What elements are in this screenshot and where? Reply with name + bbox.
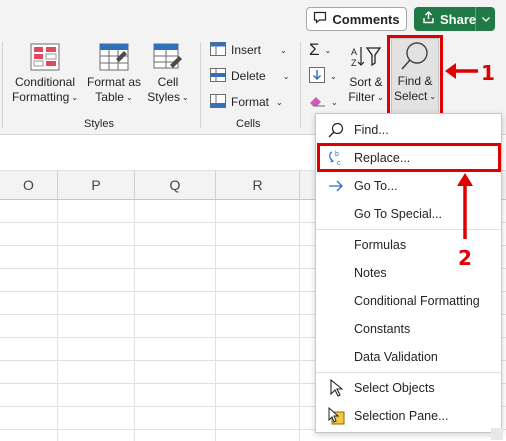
menu-item-select-objects-label: Select Objects bbox=[354, 381, 435, 395]
column-header-r[interactable]: R bbox=[216, 171, 300, 199]
menu-item-constants-label: Constants bbox=[354, 322, 411, 336]
annotation-arrow-2 bbox=[456, 172, 474, 245]
menu-separator bbox=[316, 372, 501, 373]
comment-icon bbox=[313, 11, 327, 27]
chevron-down-icon: ⌄ bbox=[330, 72, 337, 81]
format-button[interactable]: Format ⌄ bbox=[210, 92, 283, 112]
scroll-down-arrow[interactable] bbox=[491, 428, 503, 440]
chevron-down-icon: ⌄ bbox=[280, 45, 287, 55]
delete-label: Delete bbox=[231, 69, 266, 83]
annotation-arrow-1 bbox=[443, 62, 479, 85]
delete-button[interactable]: Delete ⌄ bbox=[210, 66, 289, 86]
sort-filter-button[interactable]: A Z Sort & Filter ⌄ bbox=[346, 36, 386, 105]
chevron-down-icon: ⌄ bbox=[376, 93, 384, 103]
ribbon-separator bbox=[300, 42, 301, 128]
menu-item-select-objects[interactable]: Select Objects bbox=[316, 375, 501, 401]
pointer-icon bbox=[327, 379, 345, 397]
delete-cells-icon bbox=[210, 67, 226, 85]
chevron-down-icon: ⌄ bbox=[125, 93, 133, 103]
cell-styles-icon bbox=[153, 42, 183, 72]
column-header-q[interactable]: Q bbox=[135, 171, 216, 199]
insert-button[interactable]: Insert ⌄ bbox=[210, 40, 287, 60]
insert-cells-icon bbox=[210, 41, 226, 59]
cell-styles-button[interactable]: Cell Styles ⌄ bbox=[143, 36, 193, 105]
ribbon-separator bbox=[2, 42, 3, 128]
annotation-step-1: 1 bbox=[481, 61, 495, 85]
conditional-formatting-icon bbox=[30, 42, 60, 72]
column-header-p[interactable]: P bbox=[58, 171, 135, 199]
chevron-down-icon: ⌄ bbox=[181, 93, 189, 103]
comments-label: Comments bbox=[332, 11, 400, 27]
title-bar: Comments Share bbox=[0, 0, 506, 36]
svg-text:A: A bbox=[351, 47, 357, 57]
format-label: Format bbox=[231, 95, 270, 109]
annotation-step-2: 2 bbox=[458, 246, 472, 270]
chevron-down-icon: ⌄ bbox=[71, 93, 79, 103]
cells-group-label: Cells bbox=[236, 118, 261, 130]
clear-button[interactable]: ⌄ bbox=[309, 94, 338, 111]
magnifier-icon bbox=[327, 121, 345, 139]
menu-item-notes[interactable]: Notes bbox=[316, 260, 501, 286]
menu-item-selection-pane-label: Selection Pane... bbox=[354, 409, 449, 423]
format-as-table-label-line1: Format as bbox=[86, 75, 141, 89]
chevron-down-icon: ⌄ bbox=[282, 71, 290, 81]
share-button[interactable]: Share bbox=[414, 7, 495, 31]
sort-filter-label-line2: Filter bbox=[348, 90, 375, 104]
chevron-down-icon: ⌄ bbox=[324, 45, 332, 55]
share-label: Share bbox=[440, 11, 477, 27]
menu-item-selection-pane[interactable]: Selection Pane... bbox=[316, 403, 501, 429]
menu-item-conditional-formatting-label: Conditional Formatting bbox=[354, 294, 480, 308]
menu-item-go-to-special-label: Go To Special... bbox=[354, 207, 443, 221]
menu-item-data-validation[interactable]: Data Validation bbox=[316, 344, 501, 370]
menu-item-go-to-label: Go To... bbox=[354, 179, 398, 193]
insert-label: Insert bbox=[231, 43, 262, 57]
replace-highlight bbox=[317, 143, 501, 172]
conditional-formatting-button[interactable]: Conditional Formatting ⌄ bbox=[10, 36, 80, 105]
menu-item-find-label: Find... bbox=[354, 123, 389, 137]
menu-item-data-validation-label: Data Validation bbox=[354, 350, 438, 364]
share-icon bbox=[422, 11, 435, 27]
sort-filter-label-line1: Sort & bbox=[349, 75, 383, 89]
selection-pane-icon bbox=[327, 407, 345, 425]
autosum-button[interactable]: Σ ⌄ bbox=[309, 40, 331, 60]
menu-item-conditional-formatting[interactable]: Conditional Formatting bbox=[316, 288, 501, 314]
eraser-icon bbox=[309, 94, 326, 111]
conditional-formatting-label-line2: Formatting bbox=[11, 90, 70, 104]
format-cells-icon bbox=[210, 93, 226, 111]
sort-filter-icon: A Z bbox=[350, 42, 382, 72]
menu-item-notes-label: Notes bbox=[354, 266, 387, 280]
menu-item-find[interactable]: Find... bbox=[316, 117, 501, 143]
format-as-table-label-line2: Table bbox=[95, 90, 124, 104]
column-header-o[interactable]: O bbox=[0, 171, 58, 199]
arrow-right-icon bbox=[327, 177, 345, 195]
menu-item-formulas-label: Formulas bbox=[354, 238, 407, 252]
format-as-table-button[interactable]: Format as Table ⌄ bbox=[84, 36, 144, 105]
cell-styles-label-line1: Cell bbox=[157, 75, 179, 89]
fill-down-icon bbox=[309, 67, 325, 86]
share-dropdown-chevron-icon[interactable] bbox=[476, 16, 495, 22]
svg-text:Z: Z bbox=[351, 58, 357, 68]
chevron-down-icon: ⌄ bbox=[276, 97, 283, 107]
chevron-down-icon: ⌄ bbox=[331, 98, 338, 107]
comments-button[interactable]: Comments bbox=[306, 7, 407, 31]
fill-button[interactable]: ⌄ bbox=[309, 67, 337, 86]
find-select-highlight bbox=[387, 35, 443, 119]
ribbon-separator bbox=[200, 42, 201, 128]
styles-group-label: Styles bbox=[84, 118, 114, 130]
format-as-table-icon bbox=[99, 42, 129, 72]
menu-item-constants[interactable]: Constants bbox=[316, 316, 501, 342]
cell-styles-label-line2: Styles bbox=[147, 90, 180, 104]
conditional-formatting-label-line1: Conditional bbox=[14, 75, 76, 89]
sum-icon: Σ bbox=[309, 40, 320, 59]
